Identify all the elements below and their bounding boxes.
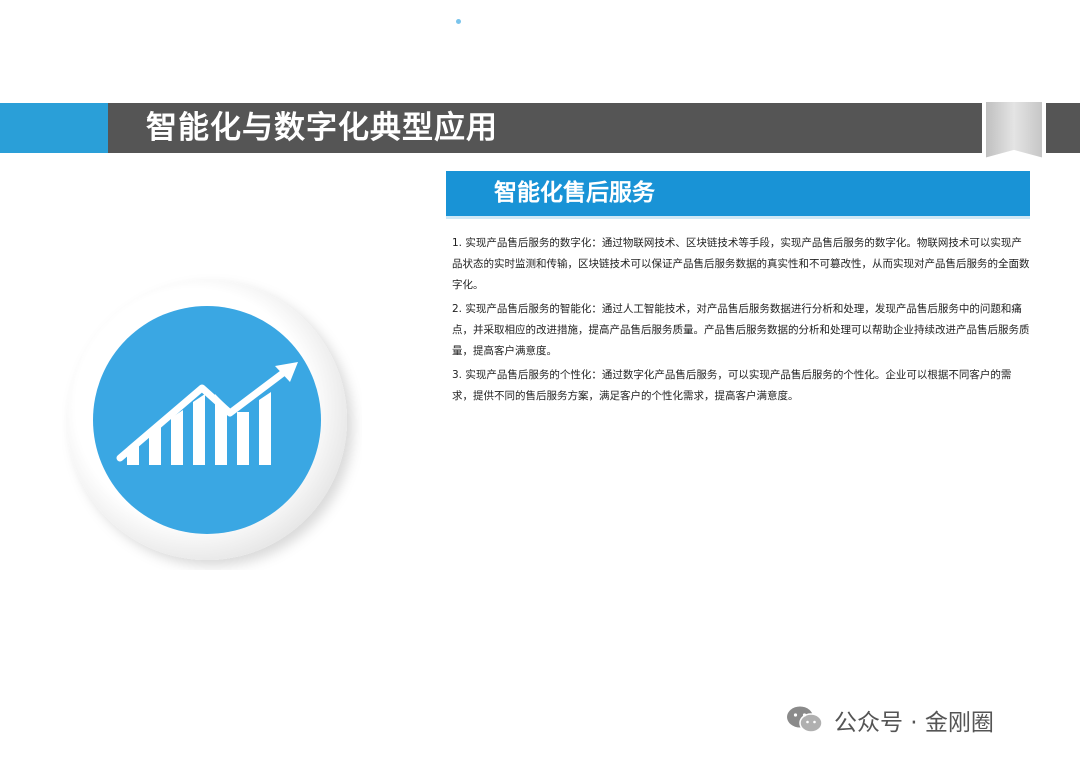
bookmark-icon xyxy=(982,98,1046,163)
footer-label: 公众号 · 金刚圈 xyxy=(834,710,994,736)
title-accent-block xyxy=(0,103,108,153)
title-bar: 智能化与数字化典型应用 xyxy=(0,103,1080,153)
paragraph-digitalization: 1. 实现产品售后服务的数字化：通过物联网技术、区块链技术等手段，实现产品售后服… xyxy=(452,237,1030,291)
wechat-icon xyxy=(787,706,823,733)
section-title: 智能化售后服务 xyxy=(494,180,655,206)
growth-chart-icon xyxy=(67,280,347,560)
paragraph-personalization: 3. 实现产品售后服务的个性化：通过数字化产品售后服务，可以实现产品售后服务的个… xyxy=(452,369,1012,402)
body-text: 1. 实现产品售后服务的数字化：通过物联网技术、区块链技术等手段，实现产品售后服… xyxy=(452,233,1030,410)
bullet-icon xyxy=(456,19,461,24)
footer-watermark: 公众号 · 金刚圈 xyxy=(786,700,994,740)
section-header: 智能化售后服务 xyxy=(446,171,1030,219)
paragraph-intelligence: 2. 实现产品售后服务的智能化：通过人工智能技术，对产品售后服务数据进行分析和处… xyxy=(452,303,1030,357)
page-title: 智能化与数字化典型应用 xyxy=(146,110,498,146)
